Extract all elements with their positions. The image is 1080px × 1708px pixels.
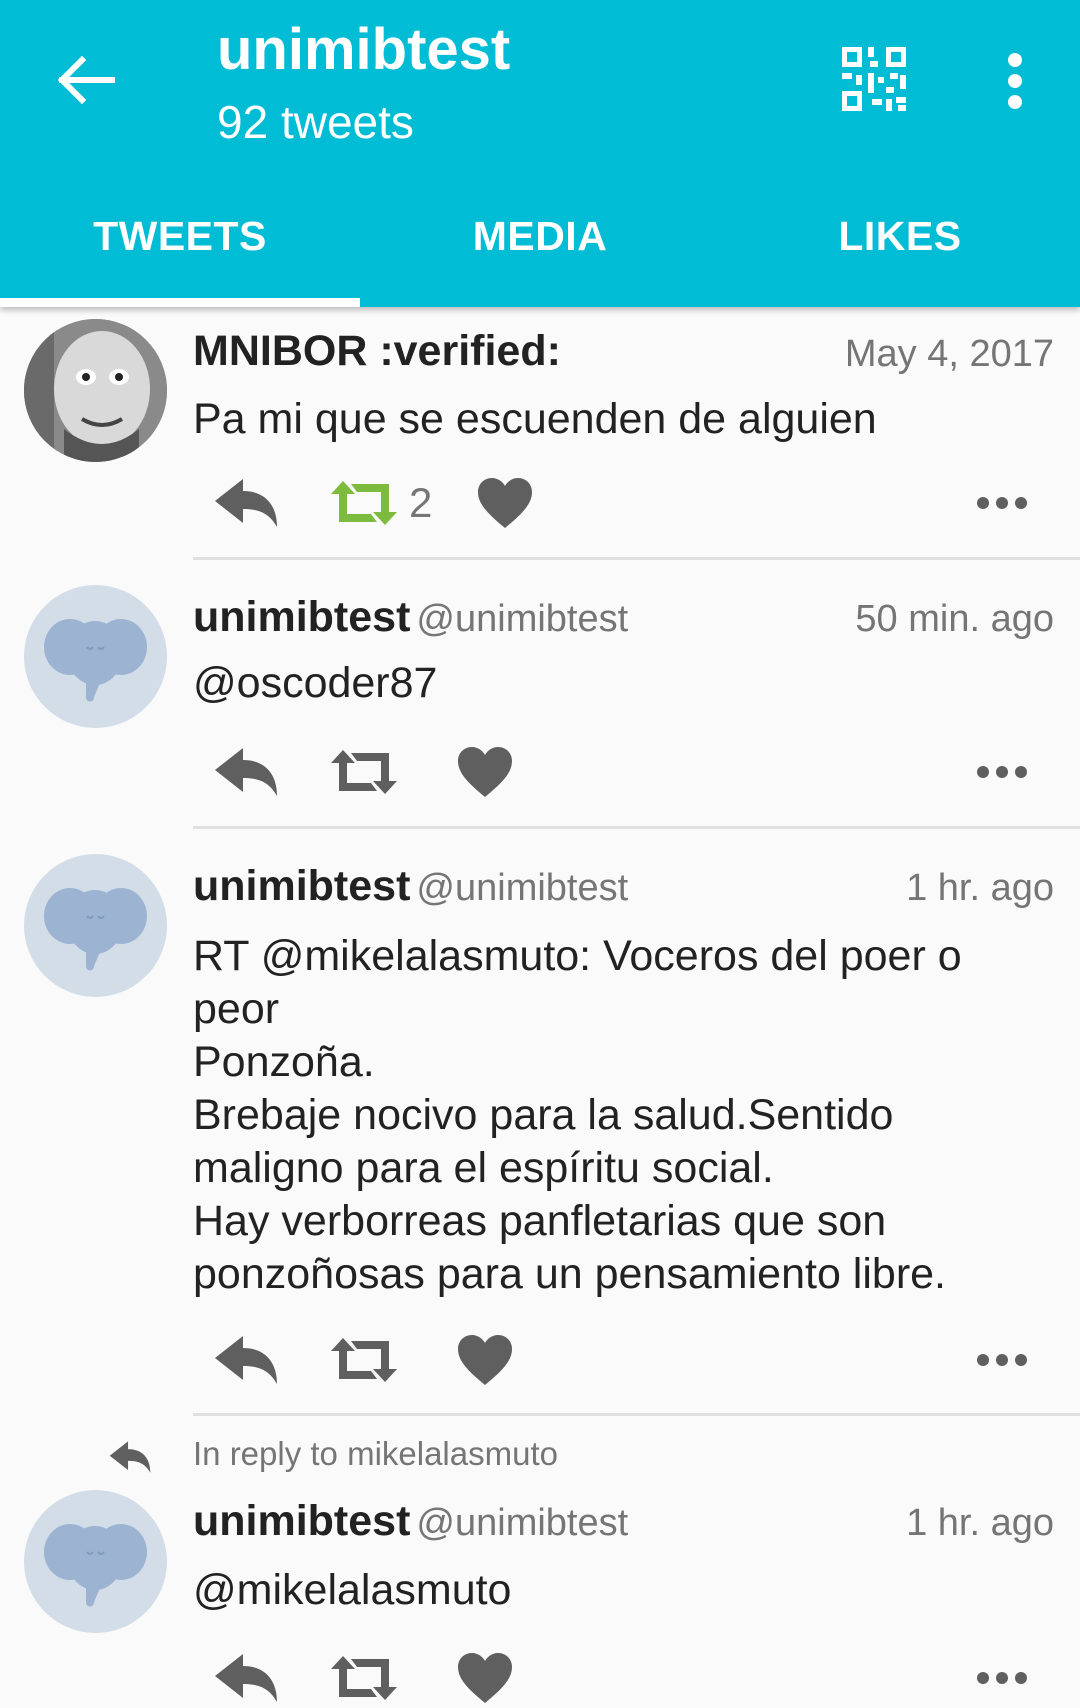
profile-tabs: TWEETS MEDIA LIKES: [0, 200, 1080, 307]
back-button[interactable]: [50, 50, 120, 110]
like-button[interactable]: [458, 1330, 512, 1390]
tweet-item[interactable]: unimibtest @unimibtest 50 min. ago @oscod…: [0, 560, 1080, 829]
reply-icon: [109, 1441, 151, 1473]
reply-icon: [215, 1336, 277, 1384]
author-name: unimibtest: [193, 593, 411, 641]
default-avatar-icon: [44, 1524, 147, 1607]
app-bar: unimibtest 92 tweets TWEETS MEDIA LIKES: [0, 0, 1080, 307]
tweet-timestamp: 50 min. ago: [855, 598, 1054, 640]
more-options-button[interactable]: [976, 1648, 1028, 1708]
more-vert-icon: [1008, 53, 1022, 109]
more-options-button[interactable]: [976, 742, 1028, 802]
author-handle: @unimibtest: [416, 598, 629, 640]
reply-icon: [215, 1654, 277, 1702]
avatar[interactable]: [24, 854, 167, 997]
tab-tweets[interactable]: TWEETS: [0, 200, 360, 307]
heart-icon: [458, 1653, 512, 1703]
author-name: unimibtest: [193, 1497, 411, 1545]
like-button[interactable]: [458, 1648, 512, 1708]
more-horiz-icon: [977, 1354, 1027, 1366]
tweet-actions: [193, 1648, 1053, 1708]
reply-indicator: [108, 1440, 152, 1479]
more-horiz-icon: [977, 1672, 1027, 1684]
retweet-button[interactable]: [331, 1648, 397, 1708]
tweet-author[interactable]: MNIBOR :verified:: [193, 327, 561, 376]
retweet-count: 2: [409, 479, 433, 526]
avatar[interactable]: [24, 1490, 167, 1633]
default-avatar-icon: [44, 888, 147, 971]
more-options-button[interactable]: [976, 473, 1028, 533]
tweet-author[interactable]: unimibtest @unimibtest: [193, 1497, 628, 1546]
tweet-item[interactable]: MNIBOR :verified: May 4, 2017 Pa mi que …: [0, 307, 1080, 560]
tweet-actions: [193, 742, 1053, 802]
reply-button[interactable]: [213, 742, 279, 802]
reply-button[interactable]: [213, 1330, 279, 1390]
default-avatar-icon: [44, 619, 147, 702]
retweet-button[interactable]: 2: [331, 473, 432, 533]
tweet-item[interactable]: In reply to mikelalasmuto unimibtest @uni…: [0, 1416, 1080, 1703]
author-handle: @unimibtest: [416, 867, 629, 909]
reply-icon: [215, 479, 277, 527]
tweet-author[interactable]: unimibtest @unimibtest: [193, 862, 628, 911]
heart-icon: [458, 1335, 512, 1385]
tweet-text: @mikelalasmuto: [193, 1566, 512, 1614]
tweet-text: @oscoder87: [193, 659, 438, 707]
tweet-item[interactable]: unimibtest @unimibtest 1 hr. ago RT @mike…: [0, 829, 1080, 1416]
retweet-icon: [331, 750, 397, 794]
tweet-count: 92 tweets: [217, 96, 414, 148]
tweet-timestamp: 1 hr. ago: [906, 867, 1054, 909]
like-button[interactable]: [478, 473, 532, 533]
retweet-button[interactable]: [331, 742, 397, 802]
heart-icon: [478, 478, 532, 528]
tweet-text: RT @mikelalasmuto: Voceros del poer o pe…: [193, 932, 962, 1298]
author-name: unimibtest: [193, 862, 411, 910]
tweet-text: Pa mi que se escuenden de alguien: [193, 395, 877, 443]
arrow-left-icon: [57, 55, 115, 105]
more-horiz-icon: [977, 766, 1027, 778]
qr-code-button[interactable]: [842, 47, 906, 111]
overflow-menu-button[interactable]: [995, 52, 1035, 110]
in-reply-to-label[interactable]: In reply to mikelalasmuto: [193, 1435, 558, 1473]
tweet-actions: 2: [193, 473, 1053, 533]
user-photo-icon: [24, 319, 167, 462]
tweet-timestamp: May 4, 2017: [844, 333, 1054, 375]
heart-icon: [458, 747, 512, 797]
qr-code-icon: [842, 47, 906, 111]
retweet-icon: [331, 481, 397, 525]
tab-likes[interactable]: LIKES: [720, 200, 1080, 307]
retweet-button[interactable]: [331, 1330, 397, 1390]
tweet-timestamp: 1 hr. ago: [906, 1502, 1054, 1544]
tweet-author[interactable]: unimibtest @unimibtest: [193, 593, 628, 642]
retweet-icon: [331, 1338, 397, 1382]
more-horiz-icon: [977, 497, 1027, 509]
profile-title: unimibtest: [217, 17, 511, 82]
avatar[interactable]: [24, 319, 167, 462]
author-handle: @unimibtest: [416, 1502, 629, 1544]
like-button[interactable]: [458, 742, 512, 802]
more-options-button[interactable]: [976, 1330, 1028, 1390]
retweet-icon: [331, 1656, 397, 1700]
tweet-actions: [193, 1330, 1053, 1390]
avatar[interactable]: [24, 585, 167, 728]
reply-icon: [215, 748, 277, 796]
reply-button[interactable]: [213, 473, 279, 533]
reply-button[interactable]: [213, 1648, 279, 1708]
tab-media[interactable]: MEDIA: [360, 200, 720, 307]
